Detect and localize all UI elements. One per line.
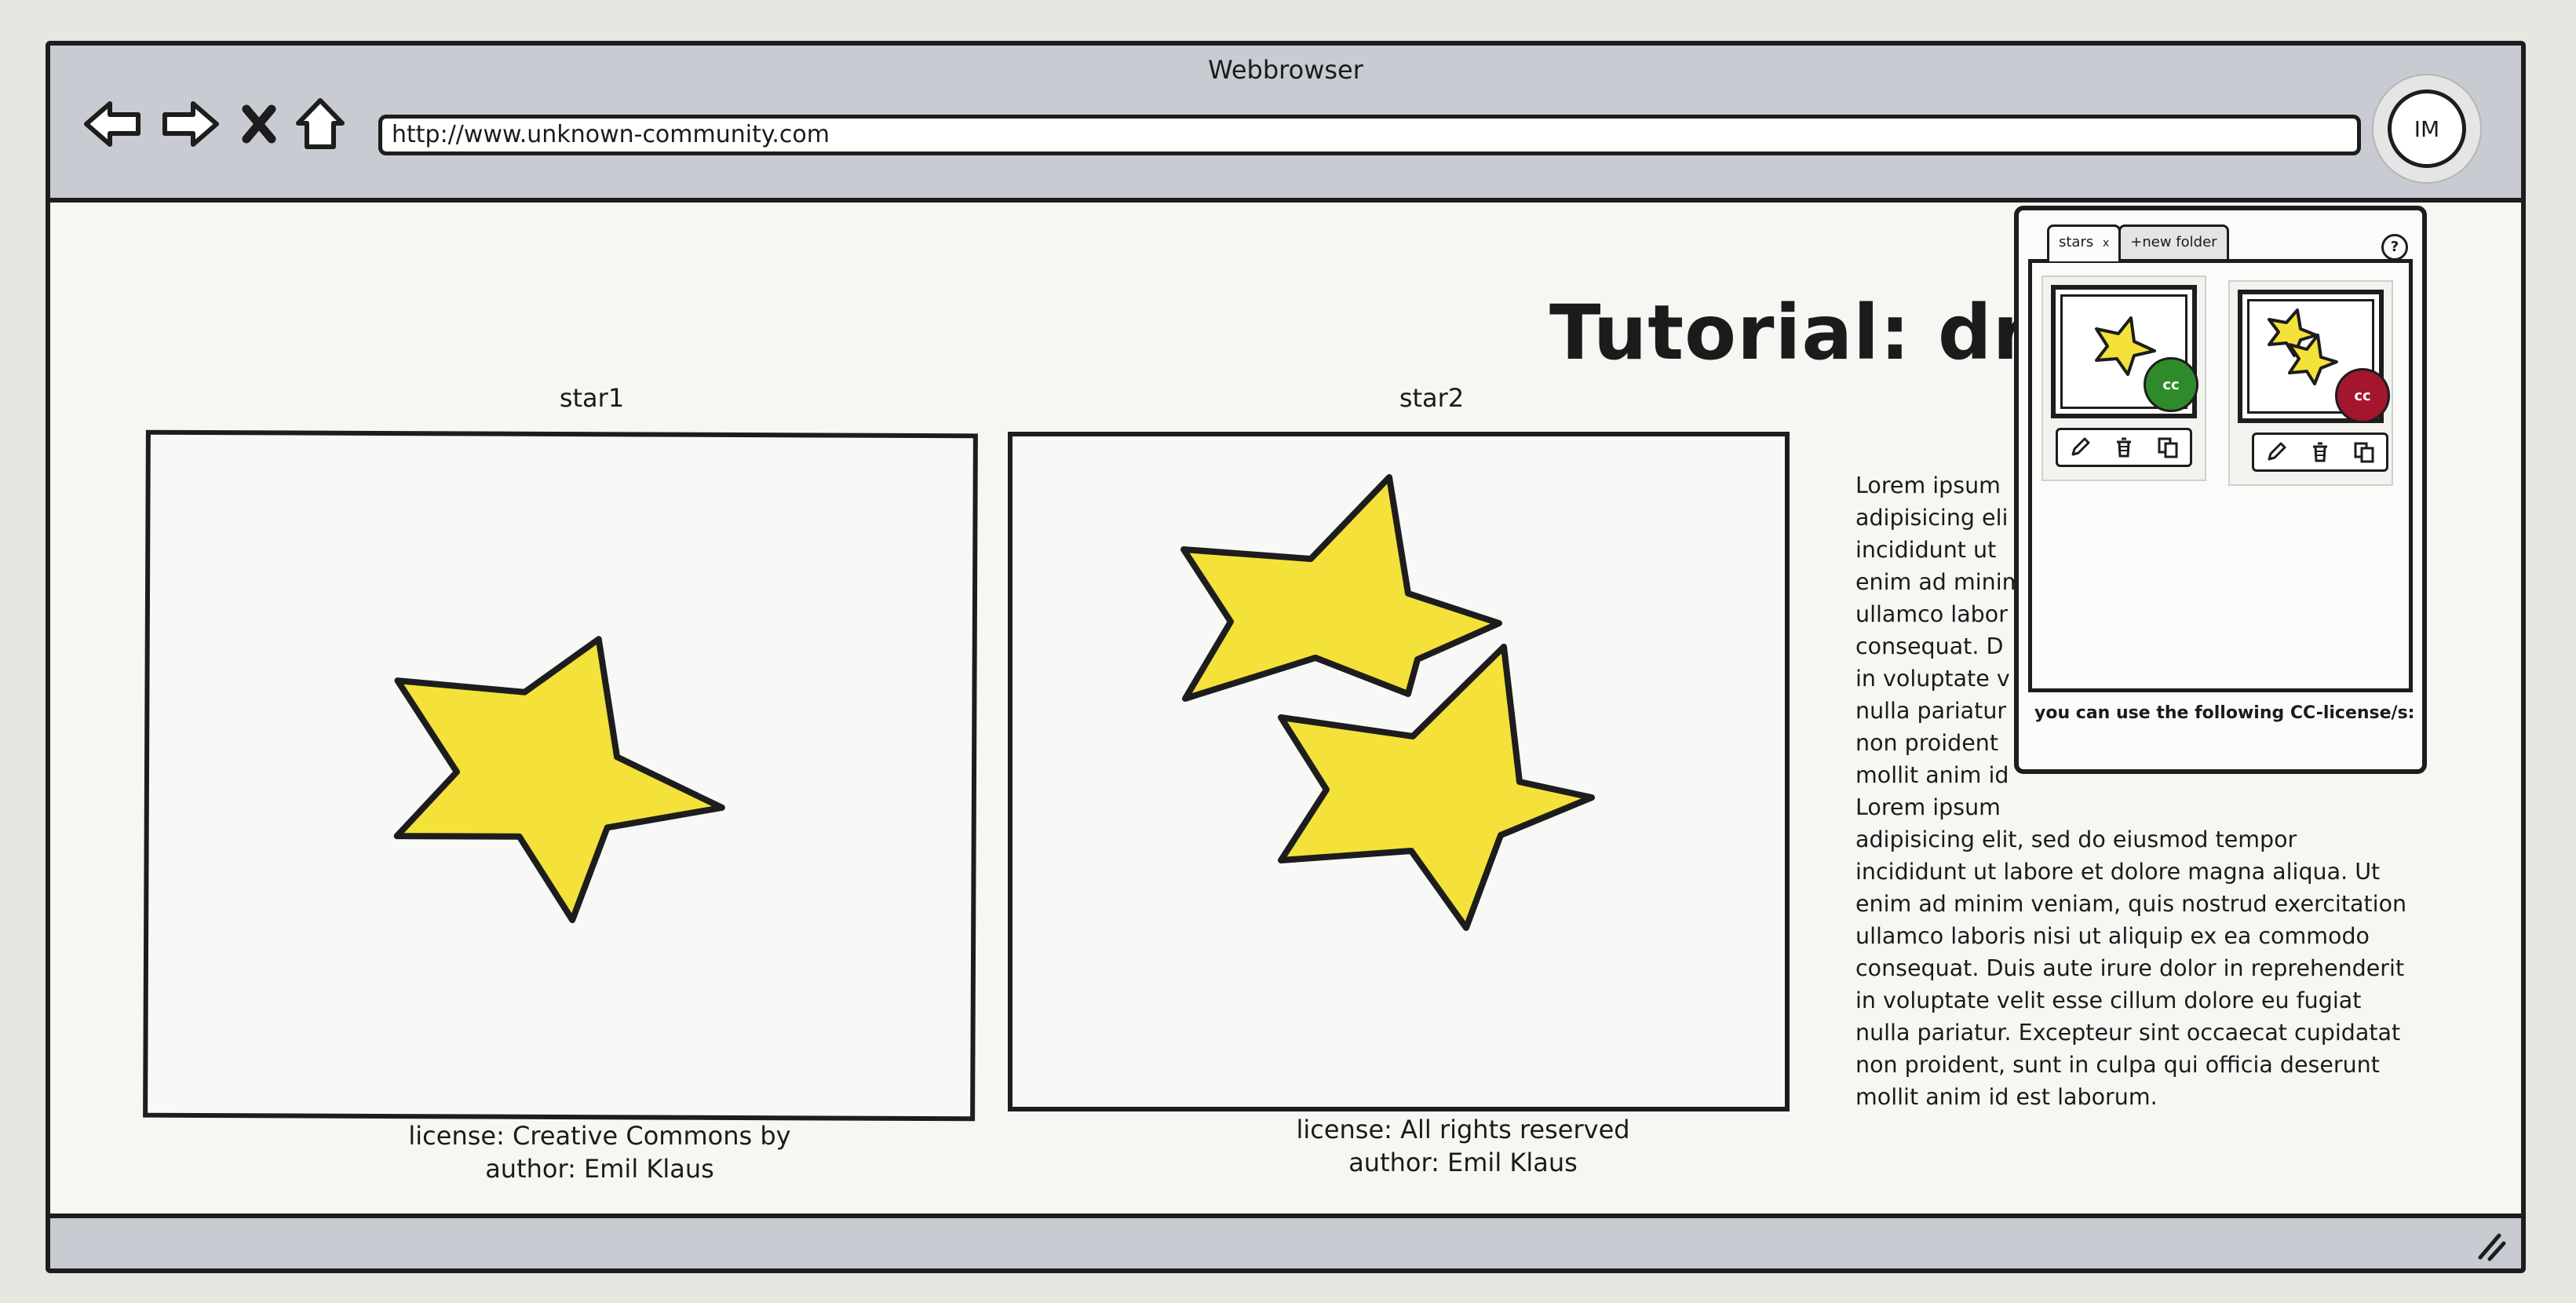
copy-icon <box>2158 437 2178 458</box>
article-line: adipisicing elit, sed do eiusmod tempor <box>1855 827 2297 852</box>
article-line: incididunt ut labore et dolore magna ali… <box>1855 859 2381 885</box>
url-bar[interactable]: http://www.unknown-community.com <box>378 115 2361 155</box>
author-text: author: Emil Klaus <box>1348 1148 1578 1177</box>
article-line: Lorem ipsum <box>1855 794 2001 820</box>
tab-stars[interactable]: stars x <box>2047 224 2122 261</box>
pencil-icon <box>2268 442 2286 461</box>
star-icon <box>393 636 725 924</box>
license-star2: license: All rights reserved author: Emi… <box>1149 1113 1777 1179</box>
edit-button[interactable] <box>2064 432 2096 463</box>
article-line: in voluptate velit esse cillum dolore eu… <box>1855 987 2362 1013</box>
delete-button[interactable] <box>2304 436 2336 468</box>
collection-item[interactable]: cc <box>2228 280 2393 486</box>
stop-icon <box>242 104 276 144</box>
pencil-icon <box>2071 437 2090 456</box>
copy-icon <box>2354 442 2374 463</box>
resize-grip-icon[interactable] <box>2472 1228 2507 1262</box>
cc-badge-red[interactable]: cc <box>2335 368 2390 423</box>
license-text: license: Creative Commons by <box>408 1121 791 1151</box>
edit-button[interactable] <box>2260 436 2292 468</box>
status-bar <box>50 1214 2521 1268</box>
trash-icon <box>2117 437 2131 458</box>
home-icon <box>296 98 345 149</box>
license-text: license: All rights reserved <box>1296 1115 1630 1144</box>
tab-new-folder[interactable]: +new folder <box>2118 224 2229 261</box>
author-text: author: Emil Klaus <box>485 1154 714 1184</box>
stop-button[interactable] <box>235 93 283 155</box>
back-button[interactable] <box>82 93 144 155</box>
article-line: enim ad minim veniam, quis nostrud exerc… <box>1855 891 2407 917</box>
collection-popup: stars x +new folder ? cc cc you can use … <box>2014 206 2427 774</box>
article-line: mollit anim id est laborum. <box>1855 1084 2158 1110</box>
item-toolbar <box>2252 433 2388 472</box>
article-line: consequat. Duis aute irure dolor in repr… <box>1855 955 2405 981</box>
image-star1[interactable] <box>143 429 978 1122</box>
popup-tabs: stars x +new folder <box>2047 224 2229 262</box>
profile-button[interactable]: IM <box>2372 74 2482 184</box>
page-title: Tutorial: dra <box>1549 289 2082 377</box>
trash-icon <box>2313 442 2327 462</box>
forward-arrow-icon <box>162 101 219 147</box>
window-title: Webbrowser <box>1208 55 1363 85</box>
back-arrow-icon <box>84 101 140 147</box>
article-line: non proident, sunt in culpa qui officia … <box>1855 1052 2380 1078</box>
home-button[interactable] <box>289 93 352 155</box>
help-icon[interactable]: ? <box>2381 234 2408 261</box>
forward-button[interactable] <box>159 93 221 155</box>
collection-item[interactable]: cc <box>2041 276 2206 481</box>
delete-button[interactable] <box>2108 432 2140 463</box>
browser-titlebar: Webbrowser http://www.unknown-community.… <box>50 46 2521 203</box>
copy-button[interactable] <box>2152 432 2184 463</box>
cc-badge-green[interactable]: cc <box>2144 357 2198 412</box>
folder-contents: cc cc <box>2028 259 2413 692</box>
article-line: nulla pariatur. Excepteur sint occaecat … <box>1855 1020 2401 1046</box>
tab-label: stars <box>2059 234 2094 250</box>
image-caption-star2: star2 <box>1399 383 1465 413</box>
license-star1: license: Creative Commons by author: Emi… <box>286 1119 914 1185</box>
article-line: ullamco laboris nisi ut aliquip ex ea co… <box>1855 923 2370 949</box>
image-star2[interactable] <box>1008 432 1790 1111</box>
tab-close-icon[interactable]: x <box>2103 237 2109 250</box>
avatar: IM <box>2388 89 2466 168</box>
item-toolbar <box>2056 428 2192 467</box>
image-caption-star1: star1 <box>559 383 625 413</box>
copy-button[interactable] <box>2348 436 2380 468</box>
two-stars-icon <box>1180 474 1595 931</box>
license-hint: you can use the following CC-license/s: <box>2034 703 2415 723</box>
